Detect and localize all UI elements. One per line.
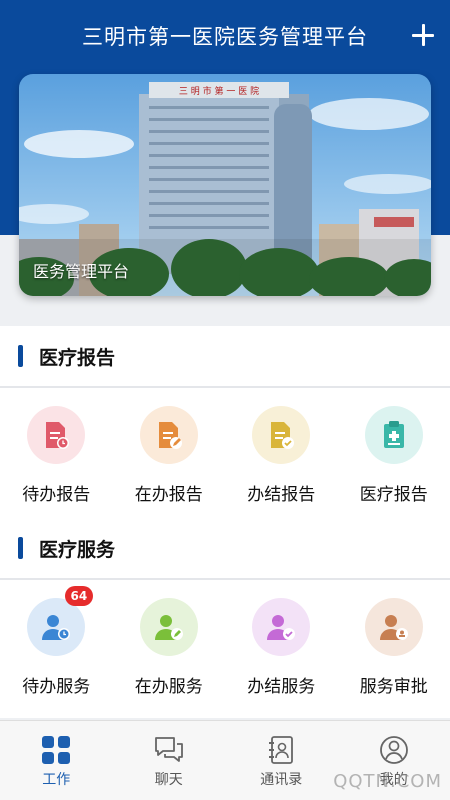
hospital-banner[interactable]: 三 明 市 第 一 医 院 医务管理平台 (19, 74, 431, 296)
document-check-icon (271, 422, 295, 449)
tab-work[interactable]: 工作 (0, 721, 113, 800)
cell-label: 办结服务 (247, 677, 316, 697)
user-pen-icon (154, 615, 183, 640)
section-accent-bar (18, 345, 23, 367)
reports-grid: 待办报告 在办报告 办结报告 医疗报告 (0, 388, 450, 518)
tab-label: 工作 (42, 772, 71, 788)
icon-circle (252, 406, 311, 464)
notification-badge: 64 (64, 586, 94, 606)
grid-icon (42, 736, 71, 764)
section-title: 医疗服务 (39, 538, 116, 561)
completed-services-button[interactable]: 办结服务 (225, 580, 338, 718)
building-sign: 三 明 市 第 一 医 院 (179, 85, 259, 97)
tab-chat[interactable]: 聊天 (113, 721, 226, 800)
medical-reports-button[interactable]: 医疗报告 (338, 388, 450, 518)
services-grid: 64 待办服务 在办服务 办结服务 服务审批 (0, 580, 450, 718)
icon-circle (139, 598, 198, 656)
chat-icon (154, 737, 183, 762)
icon-circle (364, 406, 423, 464)
user-clock-icon (42, 615, 71, 640)
document-pen-icon (158, 422, 182, 449)
medical-services-section: 医疗服务 64 待办服务 在办服务 办结服务 服务审批 (0, 518, 450, 718)
cell-label: 在办服务 (134, 677, 203, 697)
user-check-icon (267, 615, 296, 640)
medical-reports-section: 医疗报告 待办报告 在办报告 办结报告 医疗报告 (0, 326, 450, 518)
contacts-icon (269, 736, 294, 764)
tab-contacts[interactable]: 通讯录 (225, 721, 338, 800)
document-clock-icon (46, 422, 70, 449)
service-approval-button[interactable]: 服务审批 (338, 580, 450, 718)
app-title: 三明市第一医院医务管理平台 (82, 25, 368, 49)
add-button[interactable] (406, 18, 440, 52)
icon-circle (364, 598, 423, 656)
cell-label: 服务审批 (359, 677, 428, 697)
pending-services-button[interactable]: 64 待办服务 (0, 580, 113, 718)
icon-circle (27, 406, 86, 464)
section-accent-bar (18, 537, 23, 559)
clipboard-icon (383, 421, 404, 448)
user-approve-icon (379, 615, 408, 640)
icon-circle (252, 598, 311, 656)
section-header: 医疗服务 (0, 518, 450, 580)
tab-label: 聊天 (154, 772, 183, 788)
header-bar: 三明市第一医院医务管理平台 (0, 0, 450, 72)
cell-label: 待办服务 (22, 677, 91, 697)
profile-icon (379, 736, 408, 764)
icon-circle (139, 406, 198, 464)
section-title: 医疗报告 (39, 346, 116, 369)
banner-caption: 医务管理平台 (33, 262, 130, 281)
in-progress-reports-button[interactable]: 在办报告 (113, 388, 226, 518)
cell-label: 在办报告 (134, 485, 203, 505)
in-progress-services-button[interactable]: 在办服务 (113, 580, 226, 718)
icon-circle: 64 (27, 586, 94, 656)
cell-label: 待办报告 (22, 485, 91, 505)
pending-reports-button[interactable]: 待办报告 (0, 388, 113, 518)
watermark: QQTN.COM (333, 771, 442, 792)
cell-label: 医疗报告 (359, 485, 428, 505)
section-header: 医疗报告 (0, 326, 450, 388)
tab-label: 通讯录 (260, 772, 303, 788)
cell-label: 办结报告 (247, 485, 316, 505)
completed-reports-button[interactable]: 办结报告 (225, 388, 338, 518)
